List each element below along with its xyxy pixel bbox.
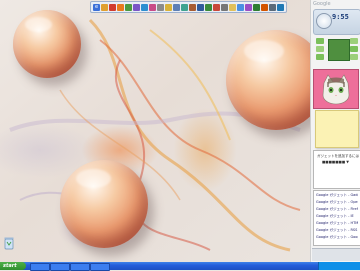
settings-icon[interactable] — [157, 3, 164, 11]
calendar-cell — [316, 38, 324, 44]
note-icon[interactable] — [165, 3, 172, 11]
calendar-icon[interactable] — [253, 3, 260, 11]
app-icon[interactable] — [133, 3, 140, 11]
calendar-cell — [350, 46, 358, 52]
calendar-cell — [316, 46, 324, 52]
glass-orb-top-left — [13, 10, 81, 78]
clock-face-icon — [316, 13, 332, 29]
chat-icon[interactable] — [181, 3, 188, 11]
glass-orb-bottom — [60, 160, 148, 248]
mail-icon[interactable] — [173, 3, 180, 11]
feed-title: ガジェットを追加するには — [317, 154, 359, 158]
system-tray — [318, 262, 360, 270]
clock-time: 9:55 — [332, 13, 349, 21]
taskbar: start — [0, 262, 360, 271]
desktop — [0, 0, 310, 262]
star-icon[interactable] — [229, 3, 236, 11]
sidebar-footer — [312, 248, 360, 261]
feed-gadget[interactable]: ガジェットを追加するには ■■■■■■■ ▼ — [313, 150, 360, 189]
ppt-icon[interactable] — [213, 3, 220, 11]
link-item[interactable]: Google ガジェット - Gadget — [316, 193, 358, 198]
messenger-icon[interactable] — [141, 3, 148, 11]
sidebar-logo: Google — [313, 1, 331, 7]
calendar-cell — [316, 54, 324, 60]
clock-gadget[interactable]: 9:55 — [313, 9, 360, 35]
link-item[interactable]: Google ガジェット - Google — [316, 235, 358, 240]
network-icon[interactable] — [277, 3, 284, 11]
link-item[interactable]: Google ガジェット - HTML — [316, 221, 358, 226]
folder-icon[interactable] — [101, 3, 108, 11]
link-item[interactable]: Google ガジェット - Firefox — [316, 207, 358, 212]
disk-icon[interactable] — [269, 3, 276, 11]
opera-icon[interactable] — [109, 3, 116, 11]
calendar-cell — [350, 54, 358, 60]
cat-photo-icon — [322, 74, 350, 105]
quick-launch-toolbar: e — [90, 1, 287, 13]
link-item[interactable]: Google ガジェット - RSS — [316, 228, 358, 233]
calendar-gadget[interactable] — [314, 36, 358, 64]
firefox-icon[interactable] — [117, 3, 124, 11]
gadget-sidebar: Google 9:55 ガジェットを追加するには ■■■■■■■ ▼ Googl… — [310, 0, 360, 262]
archive-icon[interactable] — [189, 3, 196, 11]
rss-icon[interactable] — [261, 3, 268, 11]
start-button[interactable]: start — [0, 262, 26, 270]
recycle-bin-icon[interactable] — [4, 236, 14, 250]
terminal-icon[interactable] — [221, 3, 228, 11]
calendar-day — [328, 39, 350, 61]
photo-icon[interactable] — [149, 3, 156, 11]
globe-icon[interactable] — [237, 3, 244, 11]
ie-icon[interactable]: e — [93, 3, 100, 11]
links-gadget: Google ガジェット - Gadget Google ガジェット - Ope… — [313, 190, 360, 246]
calendar-cell — [350, 38, 358, 44]
feed-subtitle[interactable]: ■■■■■■■ ▼ — [322, 160, 349, 164]
media-icon[interactable] — [125, 3, 132, 11]
excel-icon[interactable] — [205, 3, 212, 11]
sticky-notes-gadget[interactable] — [315, 110, 359, 148]
music-icon[interactable] — [245, 3, 252, 11]
link-item[interactable]: Google ガジェット - IE — [316, 214, 358, 219]
link-item[interactable]: Google ガジェット - Opera — [316, 200, 358, 205]
word-icon[interactable] — [197, 3, 204, 11]
photo-gadget[interactable] — [313, 69, 359, 109]
